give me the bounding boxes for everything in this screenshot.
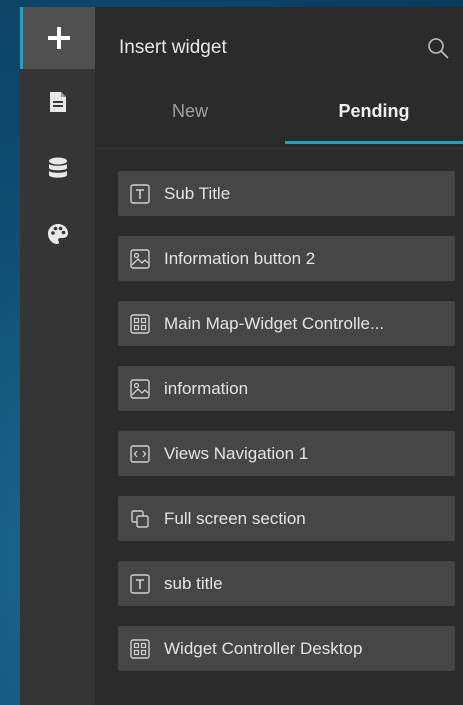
image-widget-icon: [130, 248, 150, 269]
widget-item-label: Main Map-Widget Controlle...: [164, 313, 385, 333]
widget-item-label: information: [164, 378, 249, 398]
widget-item-label: Full screen section: [164, 508, 306, 528]
section-icon: [130, 509, 150, 529]
widget-item-sub-title[interactable]: Sub Title: [118, 171, 455, 216]
active-tab-indicator: [285, 141, 463, 144]
widget-item-widget-controller-desktop[interactable]: Widget Controller Desktop: [118, 626, 455, 671]
widget-controller-icon: [130, 313, 150, 334]
panel-header: Insert widget: [95, 7, 463, 91]
data-rail-button[interactable]: [20, 135, 95, 201]
search-button[interactable]: [427, 37, 449, 59]
page-rail-button[interactable]: [20, 69, 95, 135]
widget-item-full-screen-section[interactable]: Full screen section: [118, 496, 455, 541]
builder-window: Insert widget New Pending Sub Title Info…: [20, 7, 463, 705]
views-navigation-icon: [130, 444, 150, 464]
widget-item-sub-title-lowercase[interactable]: sub title: [118, 561, 455, 606]
insert-widget-panel: Insert widget New Pending Sub Title Info…: [95, 7, 463, 705]
side-rail: [20, 7, 95, 705]
widget-item-information[interactable]: information: [118, 366, 455, 411]
text-widget-icon: [130, 183, 150, 204]
widget-tabs: New Pending: [95, 91, 463, 149]
tabs-divider: [95, 148, 463, 149]
widget-item-label: Views Navigation 1: [164, 443, 309, 463]
widget-controller-icon: [130, 638, 150, 659]
tab-new[interactable]: New: [95, 91, 285, 149]
palette-icon: [47, 223, 69, 245]
widget-item-views-navigation-1[interactable]: Views Navigation 1: [118, 431, 455, 476]
theme-rail-button[interactable]: [20, 201, 95, 267]
insert-widget-rail-button[interactable]: [20, 7, 95, 69]
widget-item-information-button-2[interactable]: Information button 2: [118, 236, 455, 281]
page-icon: [49, 91, 67, 113]
search-icon: [427, 38, 449, 63]
panel-title: Insert widget: [119, 37, 227, 58]
image-widget-icon: [130, 378, 150, 399]
widget-item-label: sub title: [164, 573, 223, 593]
widget-item-label: Sub Title: [164, 183, 231, 203]
database-icon: [48, 157, 68, 179]
plus-icon: [47, 26, 71, 50]
pending-widget-list: Sub Title Information button 2 Main Map-…: [118, 171, 455, 691]
widget-item-main-map-widget-controller[interactable]: Main Map-Widget Controlle...: [118, 301, 455, 346]
widget-item-label: Widget Controller Desktop: [164, 638, 363, 658]
widget-item-label: Information button 2: [164, 248, 316, 268]
text-widget-icon: [130, 573, 150, 594]
